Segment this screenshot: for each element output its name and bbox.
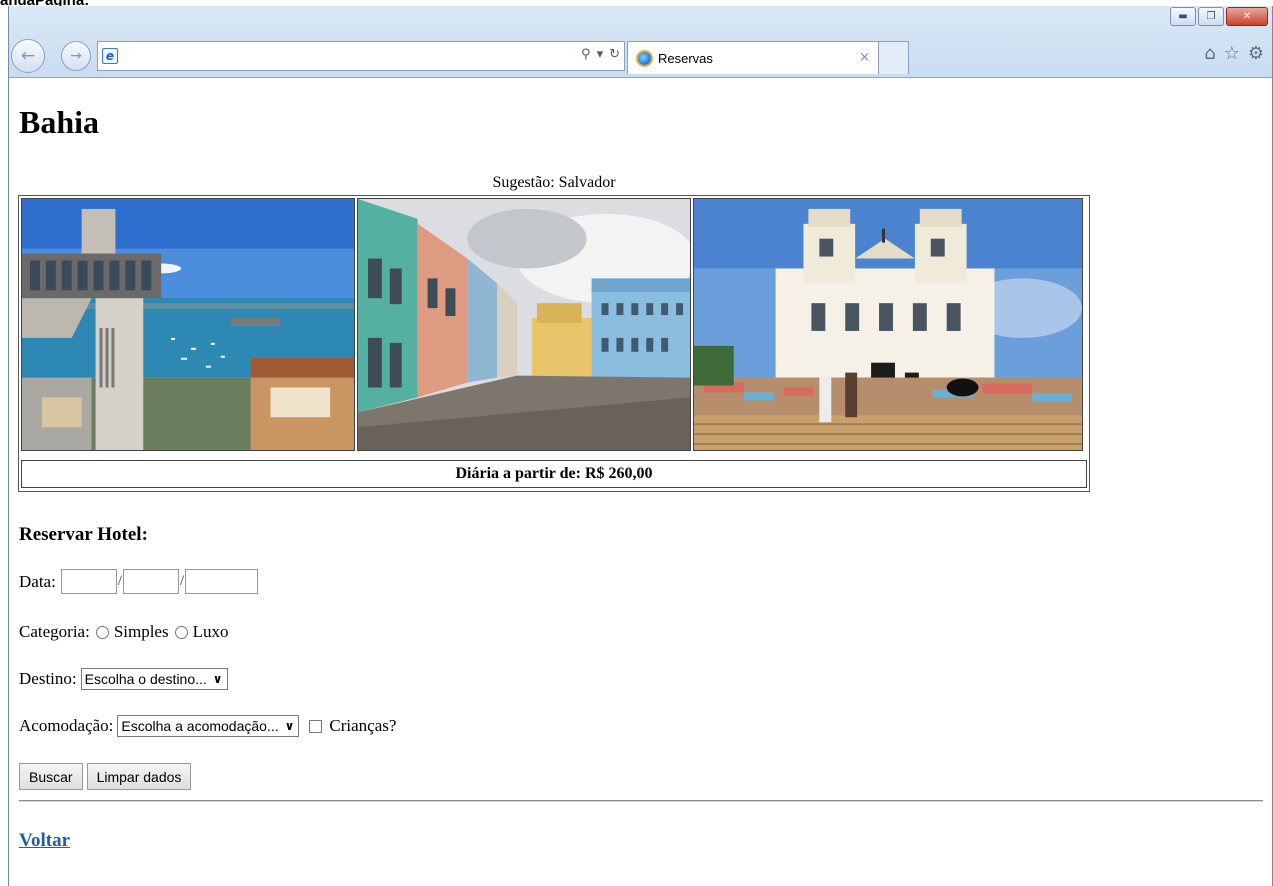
date-separator: / (117, 573, 122, 589)
browser-chrome: ▬ ❐ ✕ ← → e ⚲ ▾ ↻ Reservas × ⌂ ☆ ⚙ (9, 6, 1272, 78)
destination-select[interactable]: Escolha o destino... ∨ (80, 668, 228, 690)
destination-select-value: Escolha o destino... (84, 671, 207, 687)
date-row: Data: / / (19, 569, 259, 594)
clear-button[interactable]: Limpar dados (86, 763, 192, 790)
date-separator: / (180, 573, 185, 589)
chevron-down-icon: ∨ (284, 719, 295, 733)
day-input[interactable] (60, 569, 117, 594)
back-arrow-icon[interactable]: ← (11, 39, 45, 73)
children-label: Crianças? (329, 716, 397, 735)
page-title: Bahia (19, 104, 100, 140)
ie-page-icon: e (102, 48, 118, 64)
refresh-icon[interactable]: ↻ (609, 47, 620, 62)
form-title: Reservar Hotel: (19, 524, 148, 545)
minimize-icon[interactable]: ▬ (1170, 7, 1196, 26)
children-checkbox[interactable] (309, 719, 323, 733)
tab-reservas[interactable]: Reservas × (627, 41, 879, 74)
close-icon[interactable]: ✕ (1226, 7, 1268, 26)
ie-logo-icon (636, 50, 653, 67)
bonfim-church-photo (693, 198, 1083, 451)
radio-luxo[interactable] (174, 625, 188, 639)
back-link[interactable]: Voltar (19, 830, 70, 852)
browser-window: ▬ ❐ ✕ ← → e ⚲ ▾ ↻ Reservas × ⌂ ☆ ⚙ Bahia… (8, 6, 1273, 886)
elevador-lacerda-photo (21, 198, 355, 451)
radio-simples[interactable] (95, 625, 109, 639)
search-icon[interactable]: ⚲ (581, 47, 591, 62)
destination-label: Destino: (19, 669, 77, 688)
radio-luxo-label: Luxo (192, 622, 229, 641)
home-icon[interactable]: ⌂ (1204, 43, 1215, 64)
forward-arrow-icon[interactable]: → (61, 41, 91, 71)
buttons-row: Buscar Limpar dados (19, 763, 195, 790)
accommodation-select[interactable]: Escolha a acomodação... ∨ (117, 715, 300, 737)
month-input[interactable] (123, 569, 179, 594)
address-tools: ⚲ ▾ ↻ (581, 47, 620, 62)
restore-icon[interactable]: ❐ (1198, 7, 1224, 26)
destination-row: Destino: Escolha o destino... ∨ (19, 668, 228, 690)
price-row: Diária a partir de: R$ 260,00 (21, 460, 1087, 488)
search-button[interactable]: Buscar (19, 763, 83, 790)
tab-close-icon[interactable]: × (859, 50, 870, 65)
suggestion-caption: Sugestão: Salvador (492, 174, 616, 191)
new-tab-button[interactable] (879, 41, 909, 74)
date-label: Data: (19, 571, 56, 591)
favorites-star-icon[interactable]: ☆ (1224, 43, 1240, 64)
accommodation-select-value: Escolha a acomodação... (121, 718, 279, 734)
tab-title: Reservas (658, 51, 713, 66)
address-bar[interactable]: e ⚲ ▾ ↻ (97, 41, 625, 71)
photo-table: Diária a partir de: R$ 260,00 (18, 195, 1090, 492)
category-row: Categoria: Simples Luxo (19, 622, 229, 642)
category-label: Categoria: (19, 622, 90, 641)
window-controls: ▬ ❐ ✕ (1170, 7, 1268, 26)
page-content: Bahia Sugestão: Salvador Diária a partir… (9, 78, 1272, 886)
pelourinho-photo (357, 198, 691, 451)
radio-simples-label: Simples (113, 622, 169, 641)
dropdown-icon[interactable]: ▾ (597, 47, 604, 62)
chevron-down-icon: ∨ (212, 672, 223, 686)
accommodation-label: Acomodação: (19, 716, 114, 735)
accommodation-row: Acomodação: Escolha a acomodação... ∨ Cr… (19, 715, 396, 737)
year-input[interactable] (185, 569, 259, 594)
toolbar-icons: ⌂ ☆ ⚙ (1204, 43, 1264, 64)
divider (19, 800, 1263, 802)
settings-gear-icon[interactable]: ⚙ (1248, 43, 1264, 64)
